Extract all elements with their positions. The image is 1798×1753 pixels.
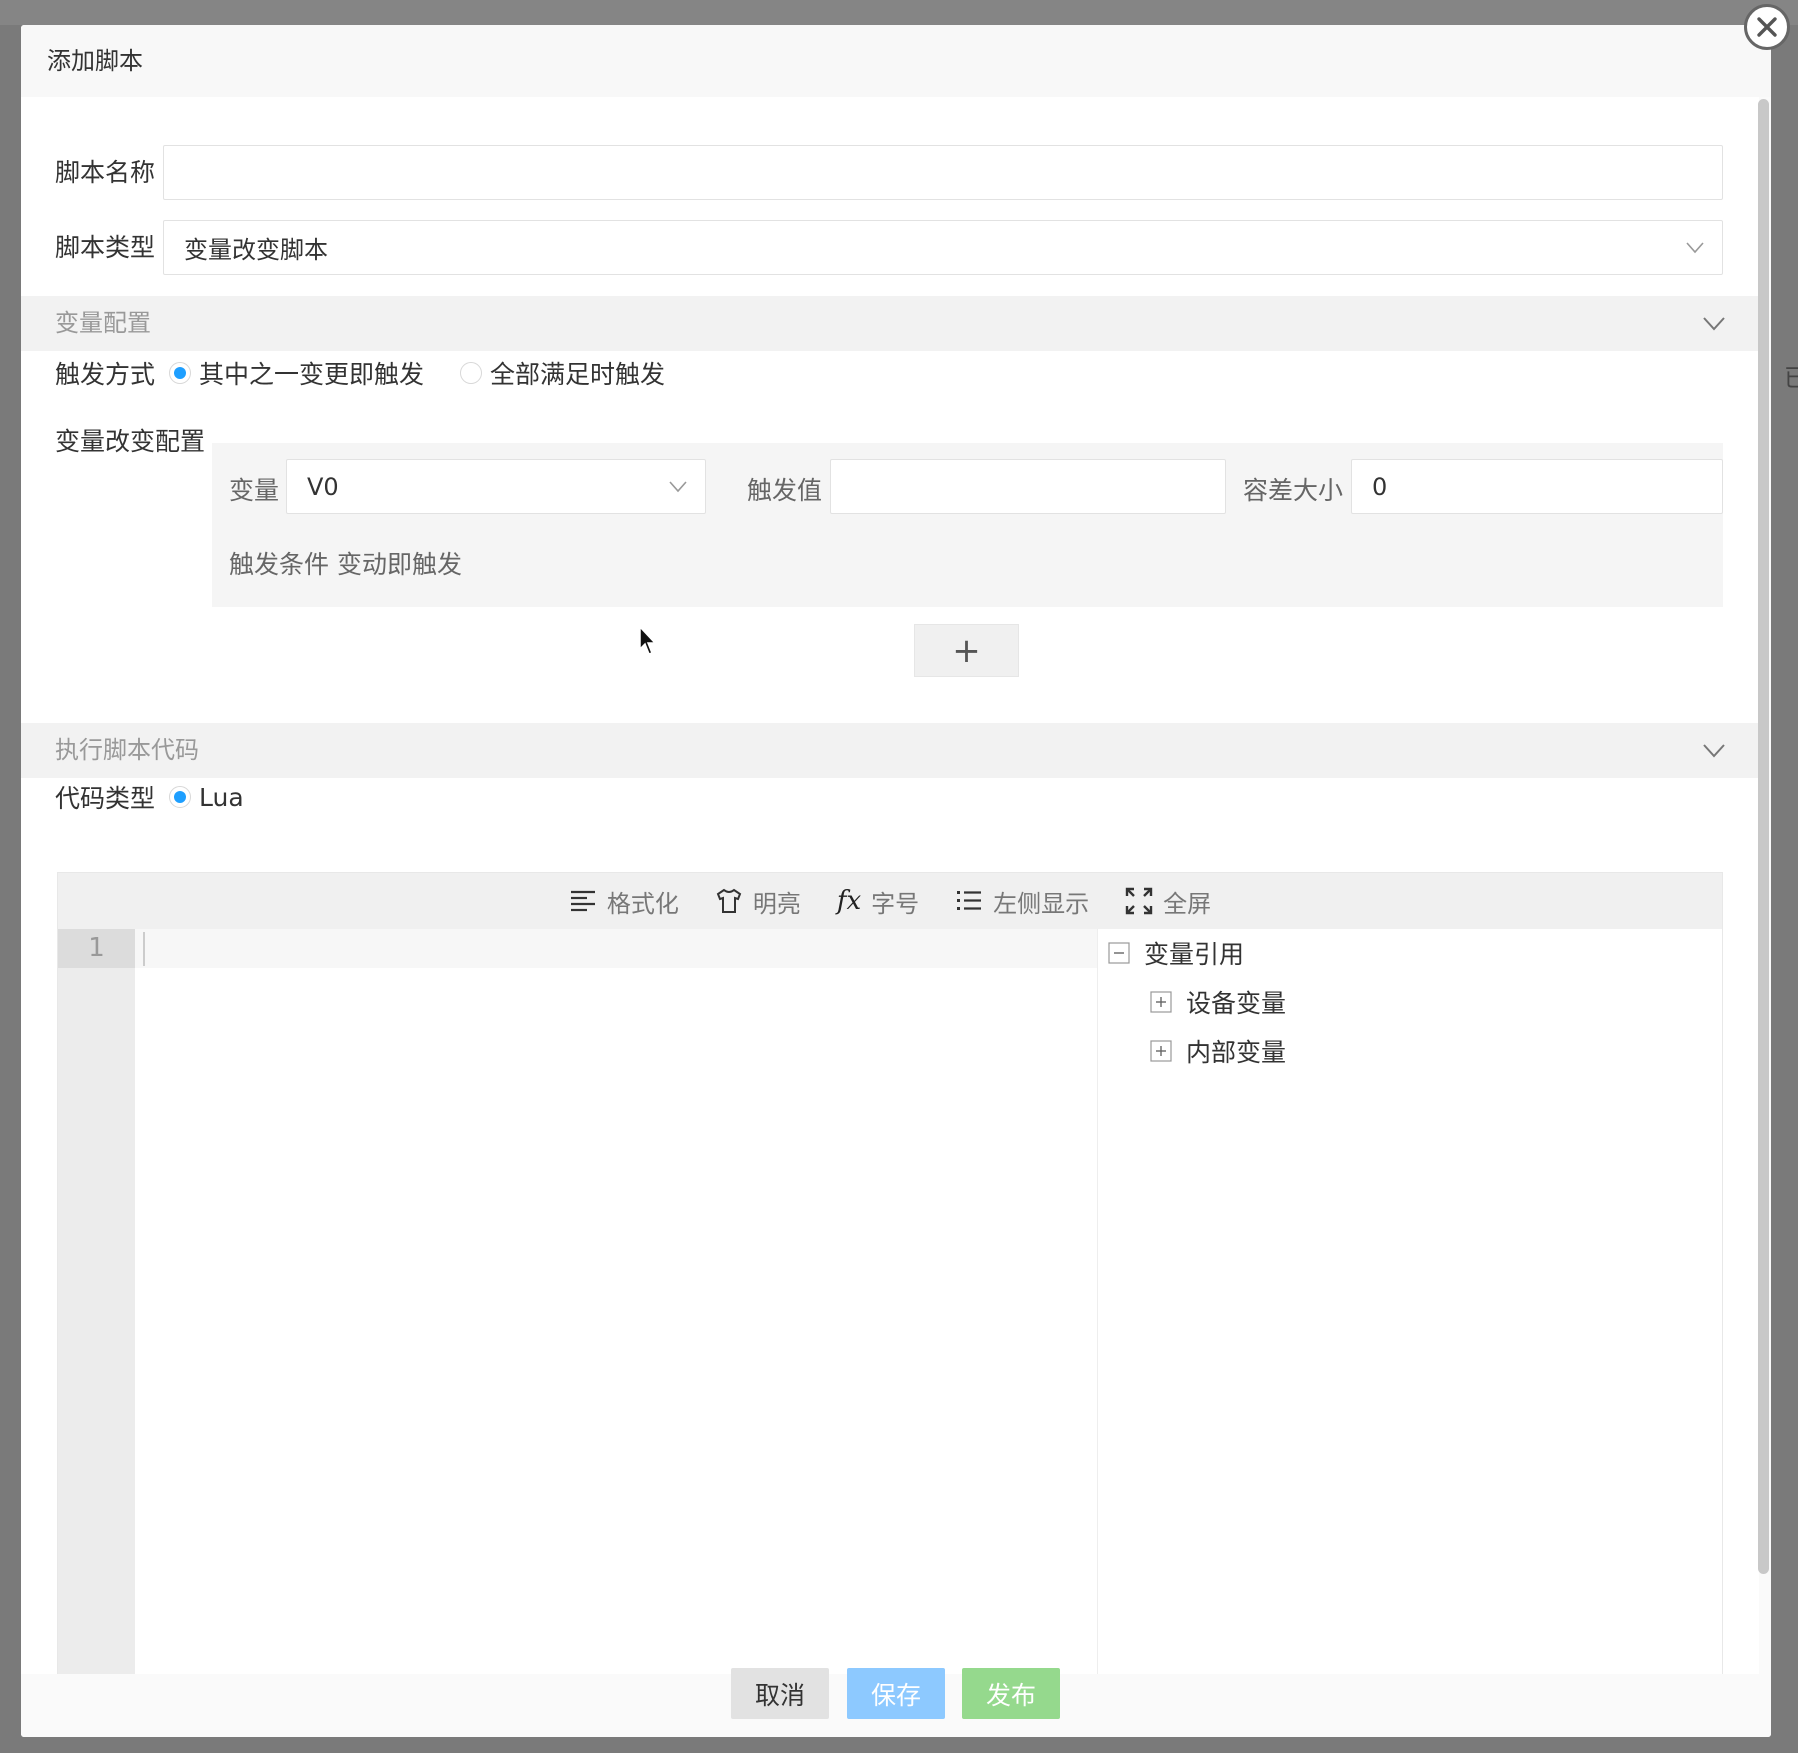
- dialog-title: 添加脚本: [21, 25, 1771, 97]
- left-display-button[interactable]: 左侧显示: [955, 884, 1089, 919]
- variable-label: 变量: [229, 476, 280, 505]
- theme-button[interactable]: 明亮: [715, 884, 801, 919]
- chevron-down-icon: [669, 480, 687, 492]
- radio-all-satisfied[interactable]: 全部满足时触发: [460, 355, 665, 391]
- mouse-pointer-icon: [639, 625, 657, 655]
- variable-value: V0: [307, 472, 339, 501]
- tolerance-label: 容差大小: [1243, 476, 1344, 505]
- radio-unchecked-icon: [460, 361, 483, 384]
- trigger-mode-row: 触发方式 其中之一变更即触发 全部满足时触发: [55, 345, 665, 400]
- left-display-label: 左侧显示: [993, 889, 1090, 918]
- fullscreen-icon: [1125, 887, 1153, 915]
- trigger-mode-label: 触发方式: [55, 359, 156, 389]
- background-text: 已: [1784, 364, 1798, 392]
- script-name-input[interactable]: [163, 145, 1723, 200]
- trigger-condition-text: 触发条件 变动即触发: [229, 550, 462, 579]
- format-label: 格式化: [606, 889, 679, 918]
- chevron-down-icon: [1703, 316, 1725, 330]
- variable-reference-tree: 变量引用 设备变量 内部变量: [1097, 929, 1722, 1674]
- radio-any-change[interactable]: 其中之一变更即触发: [169, 355, 424, 391]
- radio-any-change-label: 其中之一变更即触发: [199, 359, 425, 389]
- theme-label: 明亮: [752, 889, 801, 918]
- trigger-value-label: 触发值: [747, 476, 823, 505]
- radio-checked-icon: [169, 786, 192, 808]
- tolerance-value: 0: [1372, 472, 1388, 501]
- expand-icon: [1150, 991, 1172, 1013]
- script-type-value: 变量改变脚本: [184, 236, 328, 264]
- chevron-down-icon: [1703, 743, 1725, 757]
- cancel-button[interactable]: 取消: [731, 1668, 829, 1719]
- code-textarea[interactable]: [135, 929, 1097, 1674]
- fx-icon: fx: [836, 886, 862, 916]
- code-section-header[interactable]: 执行脚本代码: [21, 723, 1759, 778]
- tree-root-label: 变量引用: [1144, 940, 1245, 969]
- line-number: 1: [58, 929, 135, 968]
- script-type-select[interactable]: 变量改变脚本: [163, 220, 1723, 275]
- align-left-icon: [570, 890, 595, 912]
- change-config-label: 变量改变配置: [55, 427, 206, 456]
- tree-node-internal-variables[interactable]: 内部变量: [1150, 1033, 1286, 1069]
- script-type-row: 脚本类型: [55, 218, 155, 273]
- radio-lua[interactable]: Lua: [169, 783, 244, 812]
- add-variable-button[interactable]: +: [914, 624, 1019, 677]
- radio-checked-icon: [169, 361, 192, 384]
- dialog-body: 脚本名称 脚本类型 变量改变脚本 变量配置 触发方式 其中之一变更即触发 全部满…: [21, 97, 1759, 1674]
- tolerance-input[interactable]: 0: [1351, 459, 1723, 514]
- collapse-icon: [1108, 942, 1130, 964]
- font-size-button[interactable]: fx 字号: [837, 884, 919, 919]
- fullscreen-label: 全屏: [1163, 889, 1212, 918]
- change-config-row: 变量改变配置: [55, 420, 205, 460]
- shirt-icon: [716, 888, 742, 913]
- background-app: [0, 0, 1798, 25]
- code-editor: 格式化 明亮 fx 字号 左侧显示 全屏 1 变量引用 设备变量 内部变量: [57, 872, 1723, 1674]
- dialog-scrollbar[interactable]: [1758, 99, 1769, 1574]
- tree-node-label: 内部变量: [1186, 1038, 1287, 1067]
- variable-config-header[interactable]: 变量配置: [21, 296, 1759, 351]
- code-type-row: 代码类型 Lua: [55, 772, 244, 822]
- script-type-label: 脚本类型: [55, 232, 156, 262]
- close-icon: [1757, 17, 1777, 37]
- variable-select[interactable]: V0: [286, 459, 706, 514]
- variable-config-panel: 变量 V0 触发值 容差大小 0 触发条件 变动即触发: [212, 443, 1723, 607]
- text-caret: [143, 932, 145, 966]
- expand-icon: [1150, 1040, 1172, 1062]
- radio-all-satisfied-label: 全部满足时触发: [490, 359, 666, 389]
- fullscreen-button[interactable]: 全屏: [1125, 884, 1211, 919]
- script-name-row: 脚本名称: [55, 143, 155, 198]
- active-line: [135, 929, 1097, 968]
- tree-root-variable-reference[interactable]: 变量引用: [1108, 935, 1244, 971]
- list-icon: [957, 891, 982, 910]
- script-name-label: 脚本名称: [55, 157, 156, 187]
- variable-config-title: 变量配置: [55, 309, 151, 337]
- tree-node-device-variables[interactable]: 设备变量: [1150, 984, 1286, 1020]
- format-button[interactable]: 格式化: [569, 884, 679, 919]
- tree-node-label: 设备变量: [1186, 989, 1287, 1018]
- editor-toolbar: 格式化 明亮 fx 字号 左侧显示 全屏: [58, 873, 1722, 929]
- save-button[interactable]: 保存: [847, 1668, 945, 1719]
- trigger-value-input[interactable]: [830, 459, 1226, 514]
- chevron-down-icon: [1686, 241, 1704, 253]
- add-script-dialog: 添加脚本 脚本名称 脚本类型 变量改变脚本 变量配置 触发方式 其中之一变更即触…: [21, 25, 1771, 1737]
- close-button[interactable]: [1744, 4, 1790, 50]
- line-gutter: 1: [58, 929, 135, 1674]
- code-type-label: 代码类型: [55, 784, 156, 813]
- publish-button[interactable]: 发布: [962, 1668, 1060, 1719]
- font-size-label: 字号: [871, 889, 920, 918]
- radio-lua-label: Lua: [199, 782, 244, 812]
- code-section-title: 执行脚本代码: [55, 736, 199, 764]
